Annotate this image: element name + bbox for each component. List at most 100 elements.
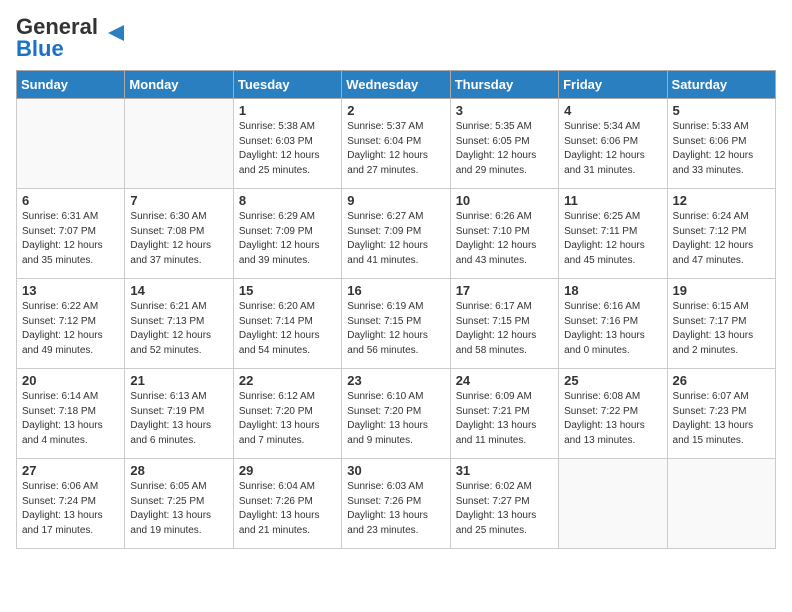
logo: General Blue xyxy=(16,16,132,60)
day-info: Sunrise: 6:31 AM Sunset: 7:07 PM Dayligh… xyxy=(22,210,119,268)
day-number: 12 xyxy=(673,193,770,208)
day-info: Sunrise: 6:17 AM Sunset: 7:15 PM Dayligh… xyxy=(456,300,553,358)
calendar-cell: 22 Sunrise: 6:12 AM Sunset: 7:20 PM Dayli… xyxy=(233,369,341,459)
day-info: Sunrise: 5:35 AM Sunset: 6:05 PM Dayligh… xyxy=(456,120,553,178)
weekday-header-monday: Monday xyxy=(125,71,233,99)
calendar-cell: 10 Sunrise: 6:26 AM Sunset: 7:10 PM Dayli… xyxy=(450,189,558,279)
calendar-cell: 25 Sunrise: 6:08 AM Sunset: 7:22 PM Dayli… xyxy=(559,369,667,459)
calendar-cell: 21 Sunrise: 6:13 AM Sunset: 7:19 PM Dayli… xyxy=(125,369,233,459)
day-info: Sunrise: 6:13 AM Sunset: 7:19 PM Dayligh… xyxy=(130,390,227,448)
day-number: 24 xyxy=(456,373,553,388)
day-number: 10 xyxy=(456,193,553,208)
day-info: Sunrise: 6:03 AM Sunset: 7:26 PM Dayligh… xyxy=(347,480,444,538)
day-number: 29 xyxy=(239,463,336,478)
day-info: Sunrise: 6:12 AM Sunset: 7:20 PM Dayligh… xyxy=(239,390,336,448)
day-number: 5 xyxy=(673,103,770,118)
day-number: 3 xyxy=(456,103,553,118)
day-number: 16 xyxy=(347,283,444,298)
calendar-cell: 27Sunrise: 6:06 AM Sunset: 7:24 PM Dayli… xyxy=(17,459,125,549)
day-info: Sunrise: 6:15 AM Sunset: 7:17 PM Dayligh… xyxy=(673,300,770,358)
calendar-cell: 24Sunrise: 6:09 AM Sunset: 7:21 PM Dayli… xyxy=(450,369,558,459)
calendar-cell: 8 Sunrise: 6:29 AM Sunset: 7:09 PM Daylig… xyxy=(233,189,341,279)
day-info: Sunrise: 6:27 AM Sunset: 7:09 PM Dayligh… xyxy=(347,210,444,268)
day-number: 9 xyxy=(347,193,444,208)
calendar-cell: 5 Sunrise: 5:33 AM Sunset: 6:06 PM Daylig… xyxy=(667,99,775,189)
calendar-cell: 29 Sunrise: 6:04 AM Sunset: 7:26 PM Dayli… xyxy=(233,459,341,549)
calendar-cell: 2 Sunrise: 5:37 AM Sunset: 6:04 PM Daylig… xyxy=(342,99,450,189)
calendar-cell: 30 Sunrise: 6:03 AM Sunset: 7:26 PM Dayli… xyxy=(342,459,450,549)
calendar-cell: 26Sunrise: 6:07 AM Sunset: 7:23 PM Dayli… xyxy=(667,369,775,459)
logo-icon xyxy=(100,17,132,49)
day-number: 14 xyxy=(130,283,227,298)
day-number: 22 xyxy=(239,373,336,388)
day-info: Sunrise: 6:10 AM Sunset: 7:20 PM Dayligh… xyxy=(347,390,444,448)
day-info: Sunrise: 6:05 AM Sunset: 7:25 PM Dayligh… xyxy=(130,480,227,538)
calendar-cell: 9 Sunrise: 6:27 AM Sunset: 7:09 PM Daylig… xyxy=(342,189,450,279)
calendar-cell: 4Sunrise: 5:34 AM Sunset: 6:06 PM Daylig… xyxy=(559,99,667,189)
day-number: 8 xyxy=(239,193,336,208)
calendar-cell: 12 Sunrise: 6:24 AM Sunset: 7:12 PM Dayli… xyxy=(667,189,775,279)
weekday-header-row: SundayMondayTuesdayWednesdayThursdayFrid… xyxy=(17,71,776,99)
calendar-cell: 28 Sunrise: 6:05 AM Sunset: 7:25 PM Dayli… xyxy=(125,459,233,549)
day-number: 13 xyxy=(22,283,119,298)
day-number: 1 xyxy=(239,103,336,118)
day-info: Sunrise: 6:25 AM Sunset: 7:11 PM Dayligh… xyxy=(564,210,661,268)
weekday-header-sunday: Sunday xyxy=(17,71,125,99)
day-info: Sunrise: 6:14 AM Sunset: 7:18 PM Dayligh… xyxy=(22,390,119,448)
day-number: 31 xyxy=(456,463,553,478)
calendar-cell: 7Sunrise: 6:30 AM Sunset: 7:08 PM Daylig… xyxy=(125,189,233,279)
day-number: 23 xyxy=(347,373,444,388)
day-number: 15 xyxy=(239,283,336,298)
calendar-cell: 18 Sunrise: 6:16 AM Sunset: 7:16 PM Dayli… xyxy=(559,279,667,369)
week-row-3: 20 Sunrise: 6:14 AM Sunset: 7:18 PM Dayli… xyxy=(17,369,776,459)
day-number: 25 xyxy=(564,373,661,388)
day-number: 20 xyxy=(22,373,119,388)
calendar-cell: 19Sunrise: 6:15 AM Sunset: 7:17 PM Dayli… xyxy=(667,279,775,369)
day-info: Sunrise: 6:06 AM Sunset: 7:24 PM Dayligh… xyxy=(22,480,119,538)
day-number: 30 xyxy=(347,463,444,478)
week-row-1: 6 Sunrise: 6:31 AM Sunset: 7:07 PM Daylig… xyxy=(17,189,776,279)
day-info: Sunrise: 5:37 AM Sunset: 6:04 PM Dayligh… xyxy=(347,120,444,178)
day-info: Sunrise: 6:21 AM Sunset: 7:13 PM Dayligh… xyxy=(130,300,227,358)
day-info: Sunrise: 6:26 AM Sunset: 7:10 PM Dayligh… xyxy=(456,210,553,268)
day-info: Sunrise: 5:38 AM Sunset: 6:03 PM Dayligh… xyxy=(239,120,336,178)
weekday-header-friday: Friday xyxy=(559,71,667,99)
day-info: Sunrise: 5:33 AM Sunset: 6:06 PM Dayligh… xyxy=(673,120,770,178)
day-info: Sunrise: 6:16 AM Sunset: 7:16 PM Dayligh… xyxy=(564,300,661,358)
weekday-header-saturday: Saturday xyxy=(667,71,775,99)
calendar-cell: 23 Sunrise: 6:10 AM Sunset: 7:20 PM Dayli… xyxy=(342,369,450,459)
page-header: General Blue xyxy=(16,16,776,60)
day-info: Sunrise: 6:02 AM Sunset: 7:27 PM Dayligh… xyxy=(456,480,553,538)
week-row-4: 27Sunrise: 6:06 AM Sunset: 7:24 PM Dayli… xyxy=(17,459,776,549)
calendar-table: SundayMondayTuesdayWednesdayThursdayFrid… xyxy=(16,70,776,549)
day-number: 18 xyxy=(564,283,661,298)
calendar-cell: 31 Sunrise: 6:02 AM Sunset: 7:27 PM Dayli… xyxy=(450,459,558,549)
day-number: 2 xyxy=(347,103,444,118)
calendar-cell: 6 Sunrise: 6:31 AM Sunset: 7:07 PM Daylig… xyxy=(17,189,125,279)
calendar-cell: 3 Sunrise: 5:35 AM Sunset: 6:05 PM Daylig… xyxy=(450,99,558,189)
calendar-cell xyxy=(17,99,125,189)
calendar-cell xyxy=(559,459,667,549)
calendar-cell: 1 Sunrise: 5:38 AM Sunset: 6:03 PM Daylig… xyxy=(233,99,341,189)
calendar-cell xyxy=(125,99,233,189)
calendar-cell: 15Sunrise: 6:20 AM Sunset: 7:14 PM Dayli… xyxy=(233,279,341,369)
weekday-header-tuesday: Tuesday xyxy=(233,71,341,99)
day-info: Sunrise: 6:04 AM Sunset: 7:26 PM Dayligh… xyxy=(239,480,336,538)
day-number: 6 xyxy=(22,193,119,208)
day-number: 21 xyxy=(130,373,227,388)
logo-blue: Blue xyxy=(16,36,64,61)
day-info: Sunrise: 6:24 AM Sunset: 7:12 PM Dayligh… xyxy=(673,210,770,268)
day-info: Sunrise: 6:07 AM Sunset: 7:23 PM Dayligh… xyxy=(673,390,770,448)
day-info: Sunrise: 6:19 AM Sunset: 7:15 PM Dayligh… xyxy=(347,300,444,358)
calendar-cell xyxy=(667,459,775,549)
day-info: Sunrise: 6:08 AM Sunset: 7:22 PM Dayligh… xyxy=(564,390,661,448)
day-info: Sunrise: 6:22 AM Sunset: 7:12 PM Dayligh… xyxy=(22,300,119,358)
calendar-cell: 11 Sunrise: 6:25 AM Sunset: 7:11 PM Dayli… xyxy=(559,189,667,279)
day-number: 28 xyxy=(130,463,227,478)
week-row-2: 13 Sunrise: 6:22 AM Sunset: 7:12 PM Dayli… xyxy=(17,279,776,369)
day-number: 4 xyxy=(564,103,661,118)
day-number: 11 xyxy=(564,193,661,208)
calendar-cell: 13 Sunrise: 6:22 AM Sunset: 7:12 PM Dayli… xyxy=(17,279,125,369)
day-info: Sunrise: 6:29 AM Sunset: 7:09 PM Dayligh… xyxy=(239,210,336,268)
week-row-0: 1 Sunrise: 5:38 AM Sunset: 6:03 PM Daylig… xyxy=(17,99,776,189)
